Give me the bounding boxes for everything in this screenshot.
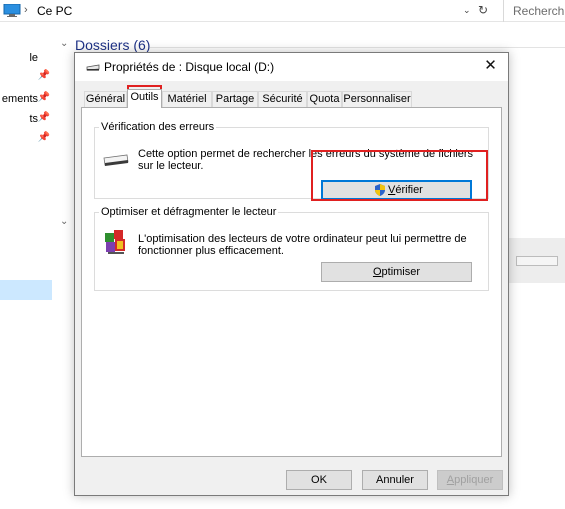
tab-customize[interactable]: Personnaliser [342, 91, 412, 107]
apply-button-accel: A [446, 474, 455, 486]
check-button-label: érifier [395, 184, 423, 196]
tab-tools[interactable]: Outils [127, 89, 162, 108]
pin-icon: 📌 [37, 112, 50, 123]
check-button[interactable]: Vérifier [321, 180, 472, 200]
tab-hardware[interactable]: Matériel [162, 91, 212, 107]
hard-drive-icon [103, 154, 129, 166]
nav-item[interactable]: le [0, 50, 52, 66]
nav-item[interactable]: 📌 [0, 69, 52, 85]
error-check-legend: Vérification des erreurs [99, 121, 217, 133]
apply-button[interactable]: Appliquer [437, 470, 503, 490]
tab-general[interactable]: Général [84, 91, 127, 107]
error-check-description: Cette option permet de rechercher les er… [138, 148, 474, 172]
tab-quota[interactable]: Quota [307, 91, 342, 107]
search-placeholder: Recherch [513, 4, 565, 18]
search-input[interactable]: Recherch [503, 0, 565, 22]
optimize-group: Optimiser et défragmenter le lecteur L'o… [94, 206, 489, 291]
uac-shield-icon [375, 184, 385, 196]
close-icon: ✕ [484, 57, 497, 74]
defrag-icon [105, 230, 125, 254]
dialog-titlebar[interactable]: Propriétés de : Disque local (D:) ✕ [75, 53, 508, 81]
address-dropdown-icon[interactable]: ⌄ [463, 5, 471, 16]
pin-icon: 📌 [37, 132, 50, 143]
optimize-button[interactable]: Optimiser [321, 262, 472, 282]
dialog-title: Propriétés de : Disque local (D:) [104, 60, 275, 74]
drive-usage-bar [516, 256, 558, 266]
nav-item[interactable]: ements 📌 [0, 91, 52, 107]
tab-security[interactable]: Sécurité [258, 91, 307, 107]
nav-item-label: le [29, 52, 38, 64]
tools-tab-panel: Vérification des erreurs Cette option pe… [81, 107, 502, 457]
drive-icon [86, 64, 100, 71]
group-divider [150, 47, 565, 48]
apply-button-label: ppliquer [454, 474, 494, 486]
chevron-down-icon[interactable]: ⌄ [60, 38, 68, 49]
nav-item-selected[interactable] [0, 280, 52, 300]
drive-tile[interactable] [509, 238, 565, 283]
error-check-group: Vérification des erreurs Cette option pe… [94, 121, 489, 200]
nav-item[interactable]: ts 📌 [0, 111, 52, 127]
nav-item[interactable]: 📌 [0, 131, 52, 147]
navigation-pane: le 📌 ements 📌 ts 📌 📌 [0, 22, 52, 509]
pin-icon: 📌 [37, 92, 50, 103]
breadcrumb-location[interactable]: Ce PC [37, 4, 72, 18]
address-bar[interactable]: › Ce PC ⌄ ↻ Recherch [0, 0, 565, 22]
this-pc-icon [3, 4, 21, 17]
tab-strip: Général Outils Matériel Partage Sécurité… [75, 89, 508, 108]
breadcrumb-separator[interactable]: › [24, 4, 28, 16]
folders-group-header[interactable]: Dossiers (6) [75, 37, 150, 53]
optimize-button-accel: O [372, 266, 382, 278]
chevron-down-icon[interactable]: ⌄ [60, 216, 68, 227]
cancel-button[interactable]: Annuler [362, 470, 428, 490]
close-button[interactable]: ✕ [473, 53, 508, 81]
properties-dialog: Propriétés de : Disque local (D:) ✕ Géné… [74, 52, 509, 496]
refresh-icon[interactable]: ↻ [478, 3, 488, 17]
optimize-legend: Optimiser et défragmenter le lecteur [99, 206, 279, 218]
ok-button[interactable]: OK [286, 470, 352, 490]
tab-sharing[interactable]: Partage [212, 91, 258, 107]
nav-item-label: ements [1, 93, 38, 105]
optimize-description: L'optimisation des lecteurs de votre ord… [138, 233, 467, 257]
optimize-button-label: ptimiser [381, 266, 421, 278]
pin-icon: 📌 [37, 70, 50, 81]
